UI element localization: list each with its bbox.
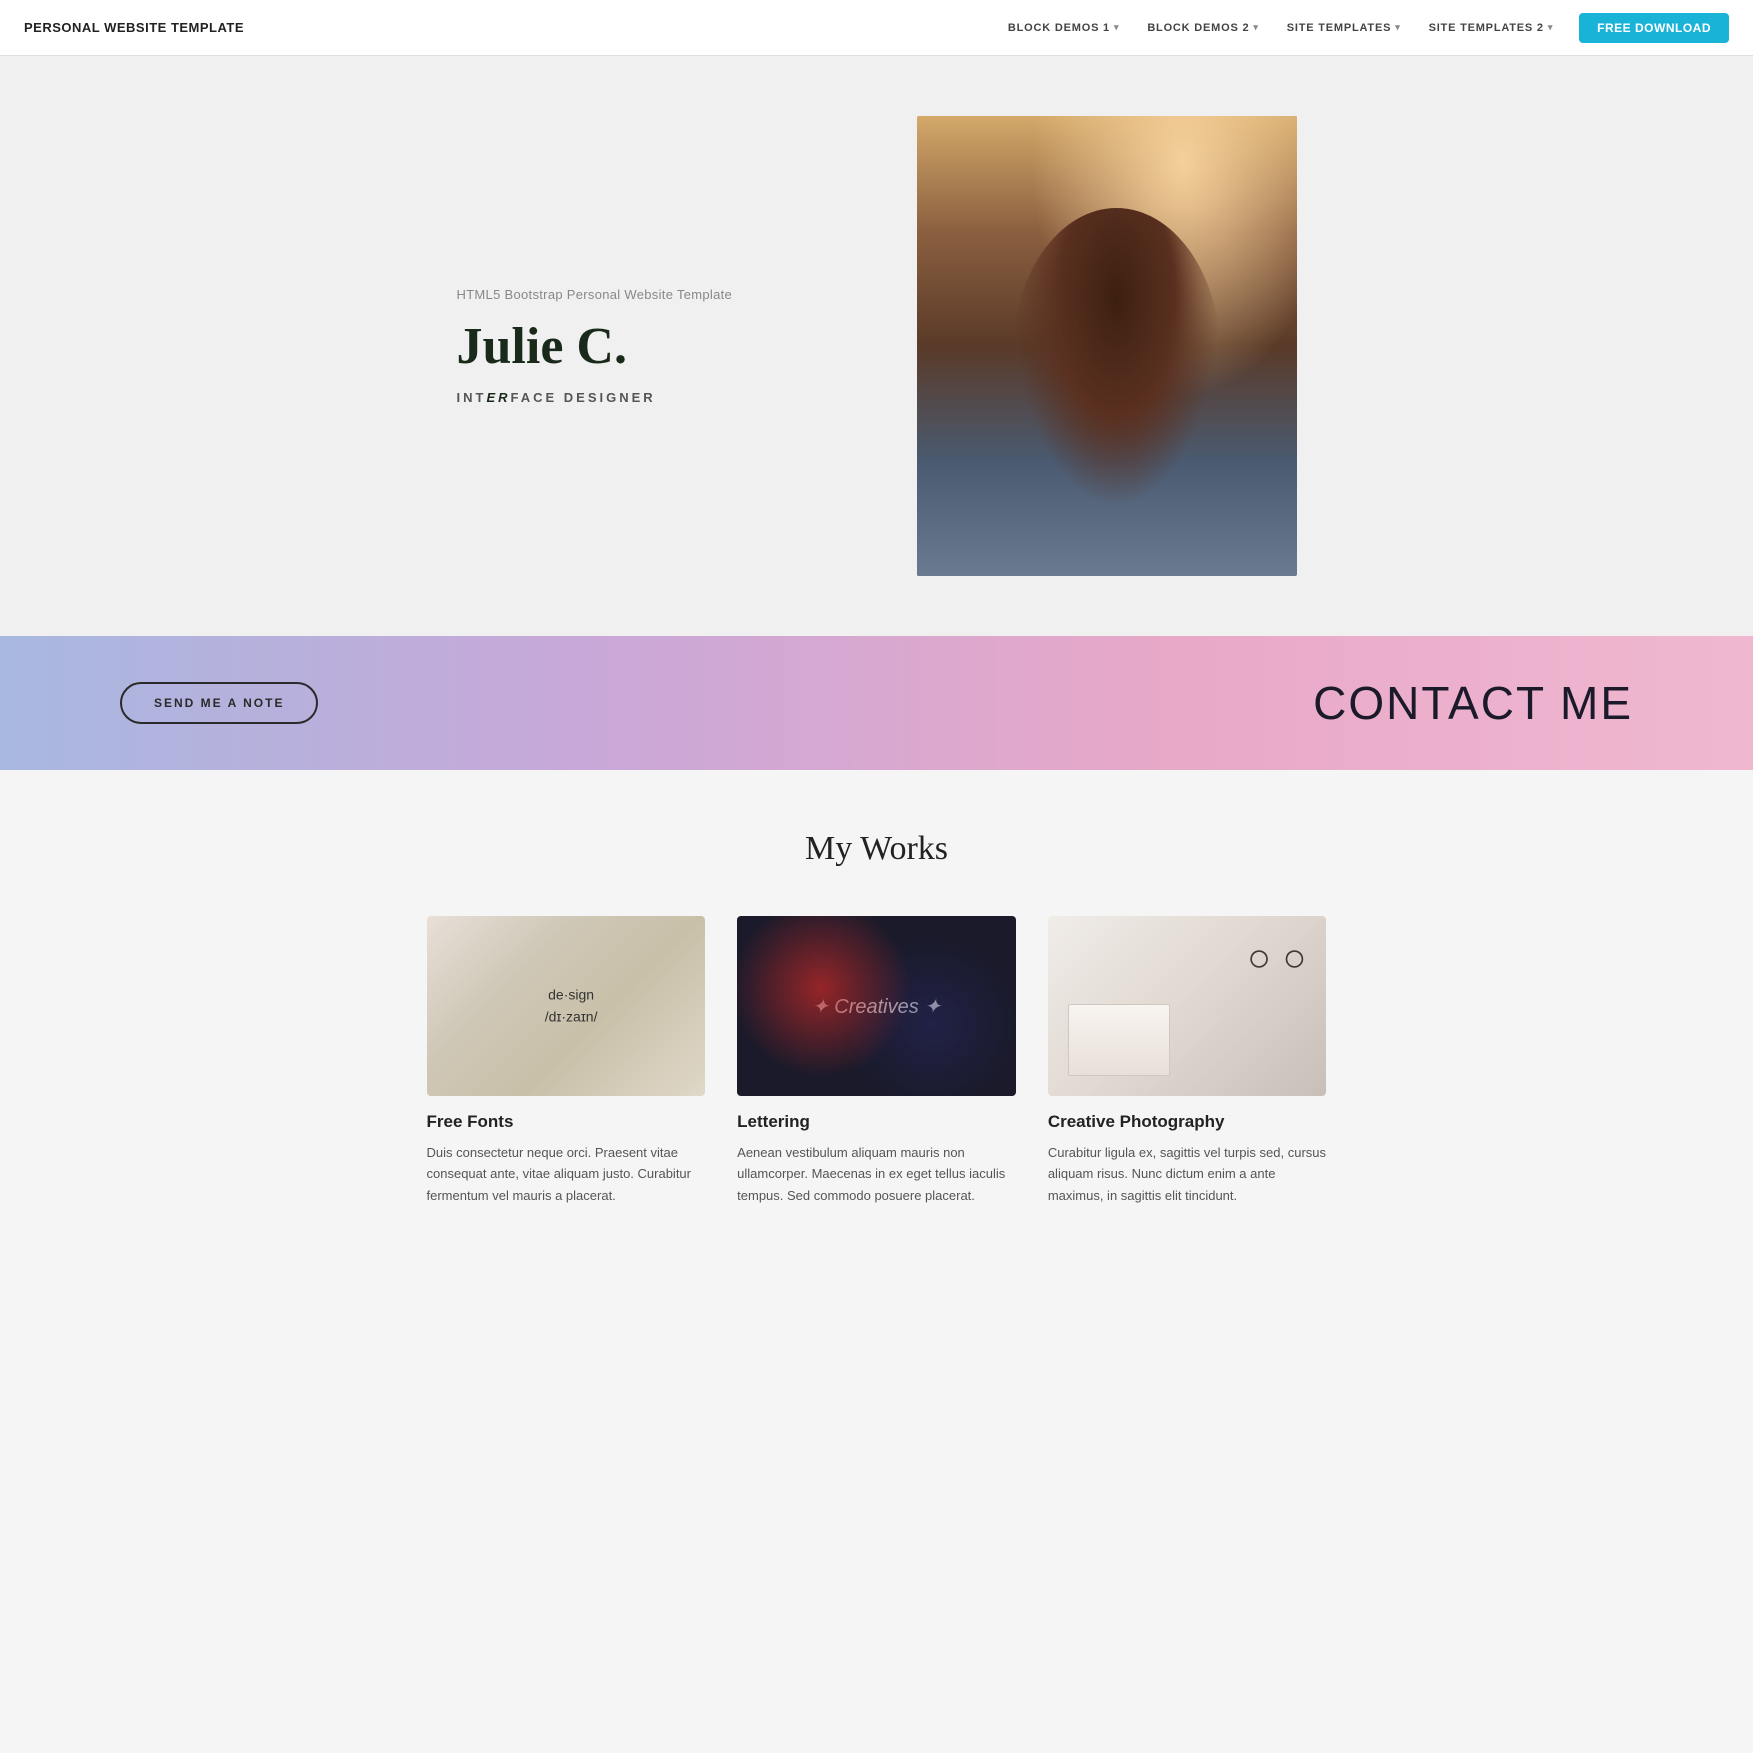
- work-card-desc-photography: Curabitur ligula ex, sagittis vel turpis…: [1048, 1142, 1327, 1206]
- chevron-down-icon: ▾: [1395, 22, 1400, 33]
- work-card-fonts: Free Fonts Duis consectetur neque orci. …: [427, 916, 706, 1206]
- work-card-desc-lettering: Aenean vestibulum aliquam mauris non ull…: [737, 1142, 1016, 1206]
- hero-title-suffix: FACE DESIGNER: [511, 390, 656, 405]
- navbar: PERSONAL WEBSITE TEMPLATE BLOCK DEMOS 1 …: [0, 0, 1753, 56]
- work-image-photography: [1048, 916, 1327, 1096]
- hero-title-italic: ER: [486, 390, 510, 405]
- nav-link-label: SITE TEMPLATES 2: [1429, 22, 1544, 34]
- hero-section: HTML5 Bootstrap Personal Website Templat…: [0, 56, 1753, 636]
- hero-name: Julie C.: [457, 318, 877, 375]
- work-card-lettering: Lettering Aenean vestibulum aliquam maur…: [737, 916, 1016, 1206]
- hero-subtitle: HTML5 Bootstrap Personal Website Templat…: [457, 287, 877, 302]
- free-download-button[interactable]: FREE DOWNLOAD: [1579, 13, 1729, 43]
- work-card-title-fonts: Free Fonts: [427, 1112, 706, 1132]
- work-card-title-lettering: Lettering: [737, 1112, 1016, 1132]
- chevron-down-icon: ▾: [1114, 22, 1119, 33]
- contact-heading: CONTACT ME: [1313, 676, 1633, 730]
- work-card-desc-fonts: Duis consectetur neque orci. Praesent vi…: [427, 1142, 706, 1206]
- hero-title: INTERFACE DESIGNER: [457, 390, 877, 405]
- nav-link-block-demos-2[interactable]: BLOCK DEMOS 2 ▾: [1135, 16, 1270, 40]
- nav-link-block-demos-1[interactable]: BLOCK DEMOS 1 ▾: [996, 16, 1131, 40]
- work-card-photography: Creative Photography Curabitur ligula ex…: [1048, 916, 1327, 1206]
- nav-link-site-templates[interactable]: SITE TEMPLATES ▾: [1275, 16, 1413, 40]
- contact-band: SEND ME A NOTE CONTACT ME: [0, 636, 1753, 770]
- works-grid: Free Fonts Duis consectetur neque orci. …: [427, 916, 1327, 1206]
- send-note-button[interactable]: SEND ME A NOTE: [120, 682, 318, 724]
- hero-image: [917, 116, 1297, 576]
- chevron-down-icon: ▾: [1253, 22, 1258, 33]
- work-image-lettering: [737, 916, 1016, 1096]
- nav-link-site-templates-2[interactable]: SITE TEMPLATES 2 ▾: [1417, 16, 1566, 40]
- works-heading: My Works: [40, 830, 1713, 868]
- chevron-down-icon: ▾: [1548, 22, 1553, 33]
- nav-link-label: BLOCK DEMOS 2: [1147, 22, 1249, 34]
- nav-brand: PERSONAL WEBSITE TEMPLATE: [24, 20, 244, 35]
- work-image-fonts: [427, 916, 706, 1096]
- hero-image-wrap: [917, 116, 1297, 576]
- nav-link-label: SITE TEMPLATES: [1287, 22, 1392, 34]
- hero-title-prefix: INT: [457, 390, 487, 405]
- nav-link-label: BLOCK DEMOS 1: [1008, 22, 1110, 34]
- hero-content: HTML5 Bootstrap Personal Website Templat…: [457, 287, 917, 404]
- works-section: My Works Free Fonts Duis consectetur neq…: [0, 770, 1753, 1286]
- nav-links: BLOCK DEMOS 1 ▾ BLOCK DEMOS 2 ▾ SITE TEM…: [996, 13, 1729, 43]
- work-card-title-photography: Creative Photography: [1048, 1112, 1327, 1132]
